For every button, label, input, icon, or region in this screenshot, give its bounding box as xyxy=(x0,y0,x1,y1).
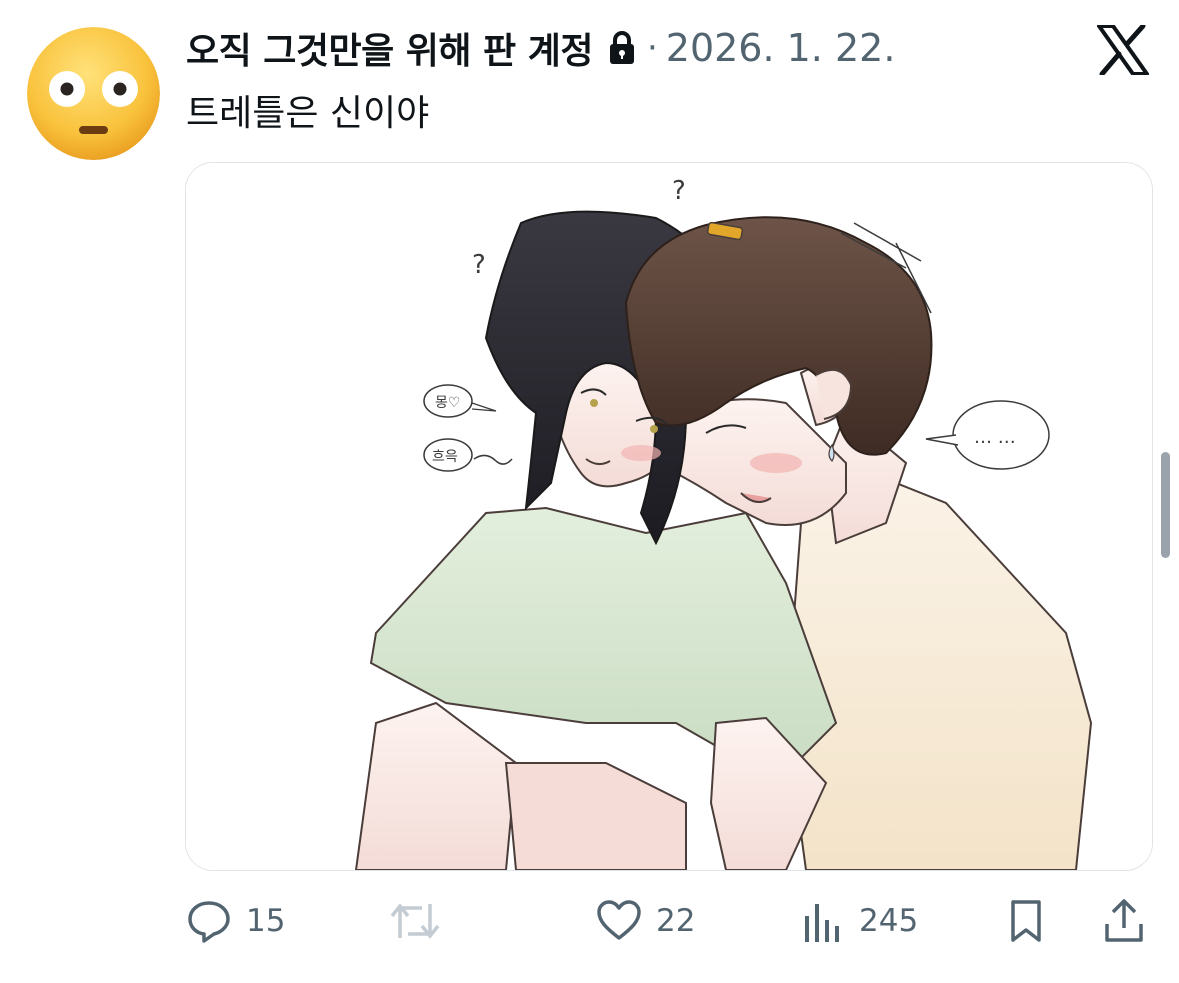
tweet-header: 오직 그것만을 위해 판 계정 · 2026. 1. 22. xyxy=(186,22,895,74)
views-button[interactable]: 245 xyxy=(801,896,918,946)
scrollbar[interactable] xyxy=(1161,452,1170,558)
reply-button[interactable]: 15 xyxy=(186,896,285,946)
header-separator: · xyxy=(646,28,658,68)
like-button[interactable]: 22 xyxy=(596,896,695,946)
tweet-text: 트레틀은 신이야 xyxy=(186,93,430,134)
x-logo-icon[interactable] xyxy=(1097,23,1149,77)
retweet-button[interactable] xyxy=(388,896,456,946)
share-button[interactable] xyxy=(1103,896,1145,946)
avatar[interactable] xyxy=(27,27,160,160)
tweet-date[interactable]: 2026. 1. 22. xyxy=(666,26,896,70)
reply-icon xyxy=(188,901,230,943)
bookmark-button[interactable] xyxy=(1008,896,1044,946)
flushed-face-emoji-icon xyxy=(27,27,160,160)
bubble-left-1-text: 몽♡ xyxy=(435,395,460,411)
bubble-right-text: … … xyxy=(974,427,1016,448)
views-count: 245 xyxy=(859,903,919,939)
bubble-left-2-text: 흐윽 xyxy=(432,449,458,465)
like-count: 22 xyxy=(656,903,696,939)
tweet-media-image[interactable]: ? ? 몽♡ 흐윽 … … xyxy=(185,162,1153,871)
question-mark-1: ? xyxy=(472,250,486,280)
lock-icon xyxy=(607,30,637,66)
display-name[interactable]: 오직 그것만을 위해 판 계정 xyxy=(186,22,593,74)
share-icon xyxy=(1105,899,1143,942)
retweet-icon xyxy=(390,903,440,939)
views-chart-icon xyxy=(805,904,839,942)
question-mark-2: ? xyxy=(672,176,686,206)
heart-icon xyxy=(597,900,641,940)
reply-count: 15 xyxy=(246,903,286,939)
illustration: ? ? 몽♡ 흐윽 … … xyxy=(186,163,1152,870)
bookmark-icon xyxy=(1011,900,1041,942)
